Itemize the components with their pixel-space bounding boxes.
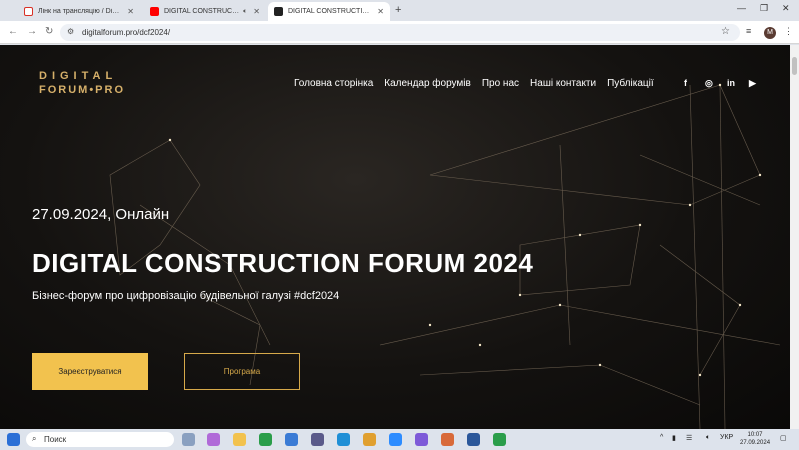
site-info-icon[interactable]: ⚙ [67, 27, 74, 36]
nav-home[interactable]: Головна сторінка [294, 78, 373, 89]
chrome-icon[interactable] [259, 433, 272, 446]
instagram-icon[interactable]: ◎ [705, 78, 713, 89]
language-indicator[interactable]: УКР [720, 434, 733, 441]
tray-chevron-icon[interactable]: ^ [660, 434, 663, 441]
bookmark-star-icon[interactable]: ☆ [721, 26, 730, 37]
nav-contacts[interactable]: Наші контакти [530, 78, 596, 89]
menu-icon[interactable]: ⋮ [784, 26, 793, 37]
url-text[interactable]: digitalforum.pro/dcf2024/ [82, 28, 170, 37]
viber-icon[interactable] [415, 433, 428, 446]
mail-icon[interactable] [285, 433, 298, 446]
program-button[interactable]: Програма [184, 353, 300, 390]
hero-section: DIGITAL FORUM•PRO Головна сторінка Кален… [0, 45, 790, 429]
reading-list-icon[interactable]: ≡ [746, 26, 751, 36]
gmail-icon [24, 7, 33, 16]
linkedin-icon[interactable]: in [727, 78, 735, 88]
taskbar-search[interactable]: ⌕ Поиск [26, 432, 174, 447]
main-nav: Головна сторінка Календар форумів Про на… [294, 78, 654, 89]
tab-youtube[interactable]: DIGITAL CONSTRUCTION F 🔈︎ ✕ [144, 2, 266, 21]
volume-icon[interactable]: 🔈︎ [706, 434, 710, 442]
copilot-icon[interactable] [207, 433, 220, 446]
page-scrollbar[interactable] [790, 45, 799, 429]
close-window-icon[interactable]: ✕ [782, 3, 790, 14]
tab-title: Лінк на трансляцію / Digital C [38, 8, 121, 15]
logo-line-1: DIGITAL [39, 70, 118, 82]
store-icon[interactable] [311, 433, 324, 446]
page-subtitle: Бізнес-форум про цифровізацію будівельно… [32, 290, 340, 302]
tab-title: DIGITAL CONSTRUCTION F [164, 8, 239, 15]
dcf-icon [274, 7, 283, 16]
nav-about[interactable]: Про нас [482, 78, 519, 89]
site-logo[interactable]: DIGITAL FORUM•PRO [39, 70, 125, 96]
close-icon[interactable]: ✕ [377, 7, 384, 16]
register-button[interactable]: Зареєструватися [32, 353, 148, 390]
word-icon[interactable] [467, 433, 480, 446]
browser-window: Лінк на трансляцію / Digital C ✕ DIGITAL… [0, 0, 799, 429]
event-date: 27.09.2024, Онлайн [32, 206, 170, 223]
logo-line-2: FORUM•PRO [39, 84, 126, 96]
youtube-icon [150, 7, 159, 16]
clock-time: 10:07 [747, 432, 763, 438]
speaker-icon[interactable]: 🔈︎ [243, 8, 247, 16]
edge-icon[interactable] [337, 433, 350, 446]
back-icon[interactable]: ← [8, 26, 18, 37]
zoom-icon[interactable] [389, 433, 402, 446]
windows-taskbar: ⌕ Поиск ^ ▮ ☰ 🔈︎ УКР 10:07 27.09.2024 ▢ [0, 429, 799, 450]
tab-dcf-active[interactable]: DIGITAL CONSTRUCTION FOR ✕ [268, 2, 390, 21]
close-icon[interactable]: ✕ [127, 7, 134, 16]
file-explorer-icon[interactable] [233, 433, 246, 446]
nav-calendar[interactable]: Календар форумів [384, 78, 471, 89]
nav-publications[interactable]: Публікації [607, 78, 654, 89]
task-view-icon[interactable] [182, 433, 195, 446]
new-tab-button[interactable]: + [395, 4, 401, 16]
profile-avatar[interactable]: M [764, 27, 776, 39]
tab-strip: Лінк на трансляцію / Digital C ✕ DIGITAL… [0, 0, 799, 21]
tab-gmail[interactable]: Лінк на трансляцію / Digital C ✕ [18, 2, 140, 21]
search-label: Поиск [44, 435, 67, 444]
reload-icon[interactable]: ↻ [45, 26, 53, 37]
minimize-icon[interactable]: — [737, 3, 746, 13]
notification-icon[interactable]: ▢ [780, 434, 787, 442]
chrome-active-icon[interactable] [493, 433, 506, 446]
start-icon[interactable] [7, 433, 20, 446]
page-title: DIGITAL CONSTRUCTION FORUM 2024 [32, 248, 534, 278]
restore-icon[interactable]: ❐ [760, 3, 768, 14]
system-clock[interactable]: 10:07 27.09.2024 [740, 431, 770, 447]
facebook-icon[interactable]: f [684, 78, 687, 88]
wifi-icon[interactable]: ☰ [686, 434, 692, 442]
clock-date: 27.09.2024 [740, 440, 771, 446]
app-icon[interactable] [441, 433, 454, 446]
app-icon[interactable] [363, 433, 376, 446]
tab-title: DIGITAL CONSTRUCTION FOR [288, 8, 372, 15]
close-icon[interactable]: ✕ [253, 7, 260, 16]
search-icon: ⌕ [32, 434, 37, 443]
browser-toolbar: ← → ↻ ⚙ digitalforum.pro/dcf2024/ ☆ ≡ ⋮ [0, 21, 799, 44]
scrollbar-thumb[interactable] [792, 57, 797, 75]
forward-icon[interactable]: → [27, 26, 37, 37]
address-bar[interactable]: ⚙ digitalforum.pro/dcf2024/ ☆ [60, 24, 740, 41]
youtube-icon[interactable]: ▶ [749, 78, 756, 89]
usb-icon[interactable]: ▮ [672, 434, 676, 442]
